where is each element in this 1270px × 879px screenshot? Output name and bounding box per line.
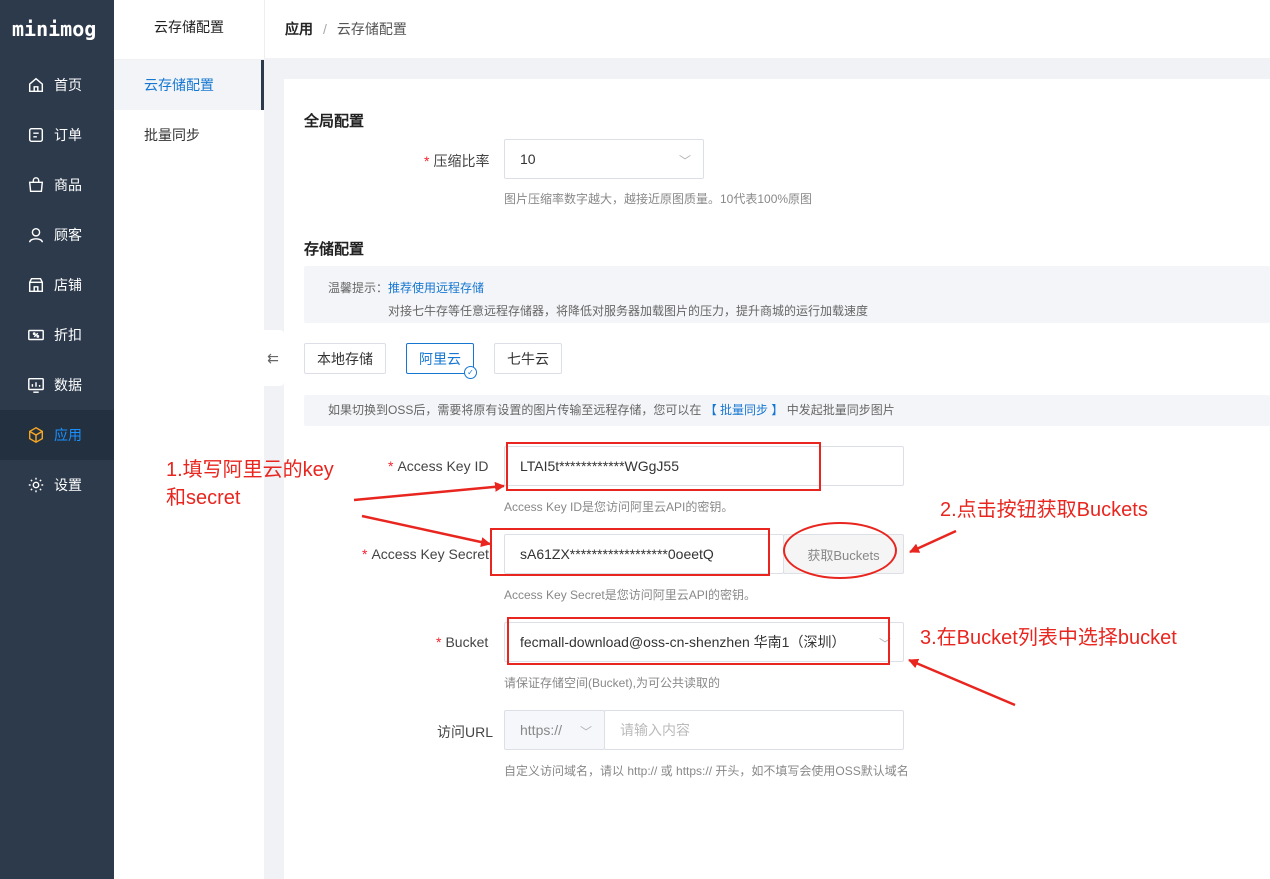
url-label: 访问URL: [437, 724, 494, 740]
sidebar-item-store[interactable]: 店铺: [0, 260, 114, 310]
annotation-step1-line1: 1.填写阿里云的key: [166, 459, 334, 481]
chevron-down-icon: ﹀: [678, 154, 691, 168]
storage-config-title: 存储配置: [304, 241, 365, 258]
home-icon: [26, 75, 46, 95]
annotation-box-key-secret: [490, 528, 770, 576]
chevron-down-icon: ﹀: [579, 725, 592, 739]
compress-ratio-hint: 图片压缩率数字越大，越接近原图质量。10代表100%原图: [504, 192, 813, 206]
sidebar-item-orders[interactable]: 订单: [0, 110, 114, 160]
sidebar-item-home[interactable]: 首页: [0, 60, 114, 110]
breadcrumb-root[interactable]: 应用: [285, 19, 313, 39]
sidebar-item-label: 首页: [54, 77, 82, 93]
sidebar-item-apps[interactable]: 应用: [0, 410, 114, 460]
sidebar-item-label: 订单: [54, 127, 82, 143]
user-icon: [26, 225, 46, 245]
tip-link[interactable]: 推荐使用远程存储: [388, 281, 484, 295]
compress-ratio-select[interactable]: 10 ﹀: [504, 139, 704, 179]
switch-tip-suffix: 中发起批量同步图片: [786, 403, 895, 417]
breadcrumb-separator: /: [323, 21, 327, 37]
storage-tip-box: 温馨提示：推荐使用远程存储 对接七牛存等任意远程存储器，将降低对服务器加载图片的…: [304, 266, 1270, 323]
gear-icon: [26, 475, 46, 495]
annotation-step1-line2: 和secret: [166, 487, 241, 509]
sidebar-item-discount[interactable]: 折扣: [0, 310, 114, 360]
url-input[interactable]: 请输入内容: [604, 710, 904, 750]
annotation-ellipse-get-buckets: [783, 522, 897, 579]
sidebar-item-label: 设置: [54, 477, 82, 493]
sub-menu-item-batch-sync[interactable]: 批量同步: [114, 110, 264, 160]
check-icon: ✓: [464, 366, 477, 379]
collapse-icon: ⇇: [267, 349, 279, 366]
switch-tip-text: 如果切换到OSS后，需要将原有设置的图片传输至远程存储，您可以在: [328, 403, 702, 417]
access-key-id-hint: Access Key ID是您访问阿里云API的密钥。: [504, 500, 734, 514]
sidebar-item-label: 商品: [54, 177, 82, 193]
sidebar-item-label: 折扣: [54, 327, 82, 343]
tip-body: 对接七牛存等任意远程存储器，将降低对服务器加载图片的压力，提升商城的运行加载速度: [388, 304, 869, 318]
switch-tip-box: 如果切换到OSS后，需要将原有设置的图片传输至远程存储，您可以在 【 批量同步 …: [304, 395, 1270, 426]
sidebar-item-data[interactable]: 数据: [0, 360, 114, 410]
sidebar-item-products[interactable]: 商品: [0, 160, 114, 210]
access-key-id-label: * Access Key ID: [388, 458, 489, 474]
sidebar-item-label: 应用: [54, 427, 82, 443]
tab-qiniu[interactable]: 七牛云: [494, 343, 562, 374]
annotation-box-bucket: [507, 617, 890, 665]
annotation-step3: 3.在Bucket列表中选择bucket: [920, 627, 1177, 649]
sidebar-item-label: 店铺: [54, 277, 82, 293]
breadcrumb-current: 云存储配置: [336, 21, 407, 37]
annotation-step2: 2.点击按钮获取Buckets: [940, 499, 1148, 521]
chart-icon: [26, 375, 46, 395]
cube-icon: [26, 425, 46, 445]
sidebar-item-customers[interactable]: 顾客: [0, 210, 114, 260]
access-key-secret-hint: Access Key Secret是您访问阿里云API的密钥。: [504, 588, 757, 602]
top-header: 应用 / 云存储配置: [264, 0, 1270, 58]
store-icon: [26, 275, 46, 295]
tab-aliyun-label: 阿里云: [419, 350, 461, 367]
sidebar-item-settings[interactable]: 设置: [0, 460, 114, 510]
discount-icon: [26, 325, 46, 345]
annotation-box-key-id: [506, 442, 821, 491]
sub-menu-item-cloud-storage[interactable]: 云存储配置: [114, 60, 264, 110]
sub-menu-title: 云存储配置: [114, 0, 264, 60]
order-icon: [26, 125, 46, 145]
compress-ratio-value: 10: [520, 151, 536, 167]
sub-menu-panel: 云存储配置 云存储配置 批量同步: [114, 0, 264, 879]
bucket-label: * Bucket: [436, 634, 489, 650]
access-key-secret-label: * Access Key Secret: [362, 546, 489, 562]
tip-prefix: 温馨提示：: [328, 281, 389, 295]
collapse-sidebar-toggle[interactable]: ⇇: [262, 330, 284, 386]
protocol-value: https://: [520, 722, 563, 738]
sidebar-item-label: 数据: [54, 377, 82, 393]
compress-ratio-label: * 压缩比率: [424, 153, 490, 169]
url-hint: 自定义访问域名，请以 http:// 或 https:// 开头，如不填写会使用…: [504, 764, 909, 778]
bag-icon: [26, 175, 46, 195]
global-config-title: 全局配置: [304, 113, 365, 130]
tab-aliyun[interactable]: 阿里云 ✓: [406, 343, 477, 379]
bucket-hint: 请保证存储空间(Bucket),为可公共读取的: [504, 676, 721, 690]
main-sidebar: minimog 首页 订单 商品 顾客 店铺 折扣 数据 应用 设置: [0, 0, 114, 879]
app-logo[interactable]: minimog: [0, 0, 114, 60]
tab-local-storage[interactable]: 本地存储: [304, 343, 386, 374]
protocol-select[interactable]: https:// ﹀: [504, 710, 605, 750]
batch-sync-link[interactable]: 【 批量同步 】: [705, 403, 784, 417]
sidebar-item-label: 顾客: [54, 227, 82, 243]
